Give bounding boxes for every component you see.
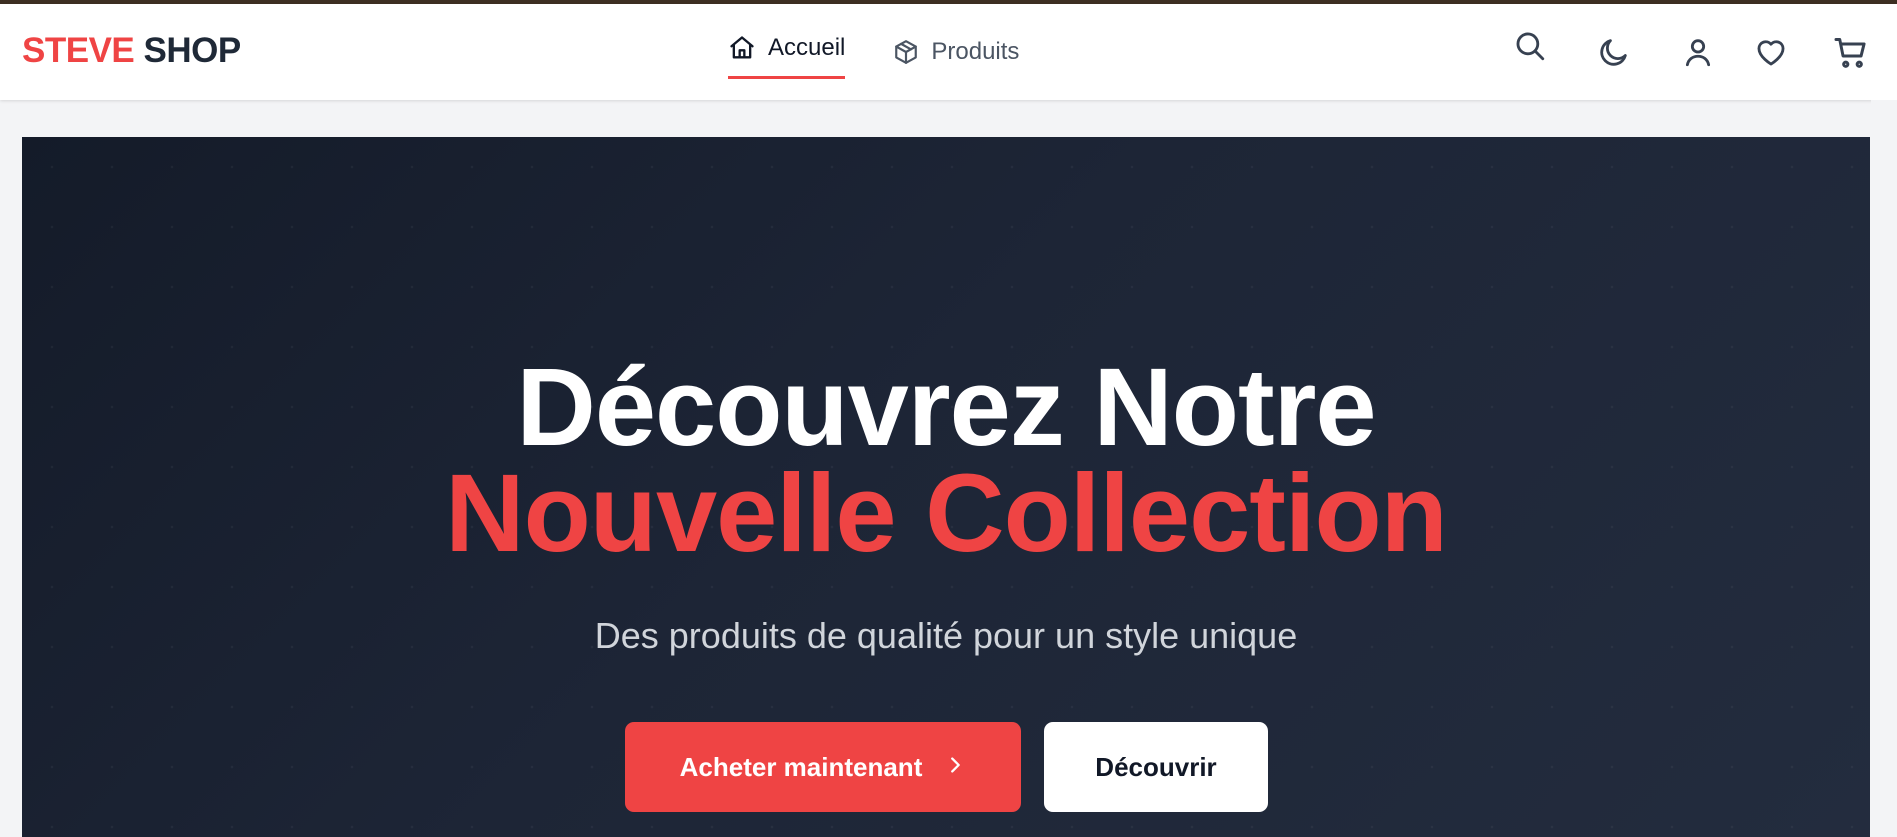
buy-now-button[interactable]: Acheter maintenant: [625, 722, 1021, 812]
heart-icon[interactable]: [1753, 35, 1789, 74]
brand-name-part1: STEVE: [22, 31, 135, 70]
brand-name-part2: SHOP: [143, 31, 242, 70]
page-scrollbar[interactable]: [1871, 100, 1897, 823]
hero-banner: Découvrez Notre Nouvelle Collection Des …: [22, 137, 1870, 837]
chevron-right-icon: [944, 752, 966, 783]
home-icon: [728, 34, 756, 62]
user-icon[interactable]: [1681, 35, 1715, 74]
site-header: STEVE SHOP Accueil Produits: [0, 4, 1897, 100]
nav-item-accueil[interactable]: Accueil: [728, 34, 846, 79]
hero-title-line1: Découvrez Notre: [516, 346, 1376, 469]
hero-subtitle: Des produits de qualité pour un style un…: [594, 615, 1298, 656]
nav-item-label: Accueil: [768, 34, 846, 61]
main-nav: Accueil Produits: [728, 4, 1019, 100]
nav-item-label: Produits: [931, 38, 1020, 65]
moon-icon[interactable]: [1597, 35, 1631, 74]
hero-title-line2: Nouvelle Collection: [445, 452, 1448, 575]
nav-item-produits[interactable]: Produits: [893, 38, 1019, 66]
discover-button[interactable]: Découvrir: [1044, 722, 1268, 812]
hero-title: Découvrez Notre Nouvelle Collection: [22, 346, 1870, 575]
brand-logo[interactable]: STEVE SHOP: [22, 31, 241, 71]
box-icon: [893, 39, 919, 65]
buy-now-label: Acheter maintenant: [679, 751, 923, 782]
search-icon[interactable]: [1513, 29, 1547, 68]
discover-label: Découvrir: [1095, 751, 1217, 782]
cart-icon[interactable]: [1833, 35, 1869, 76]
